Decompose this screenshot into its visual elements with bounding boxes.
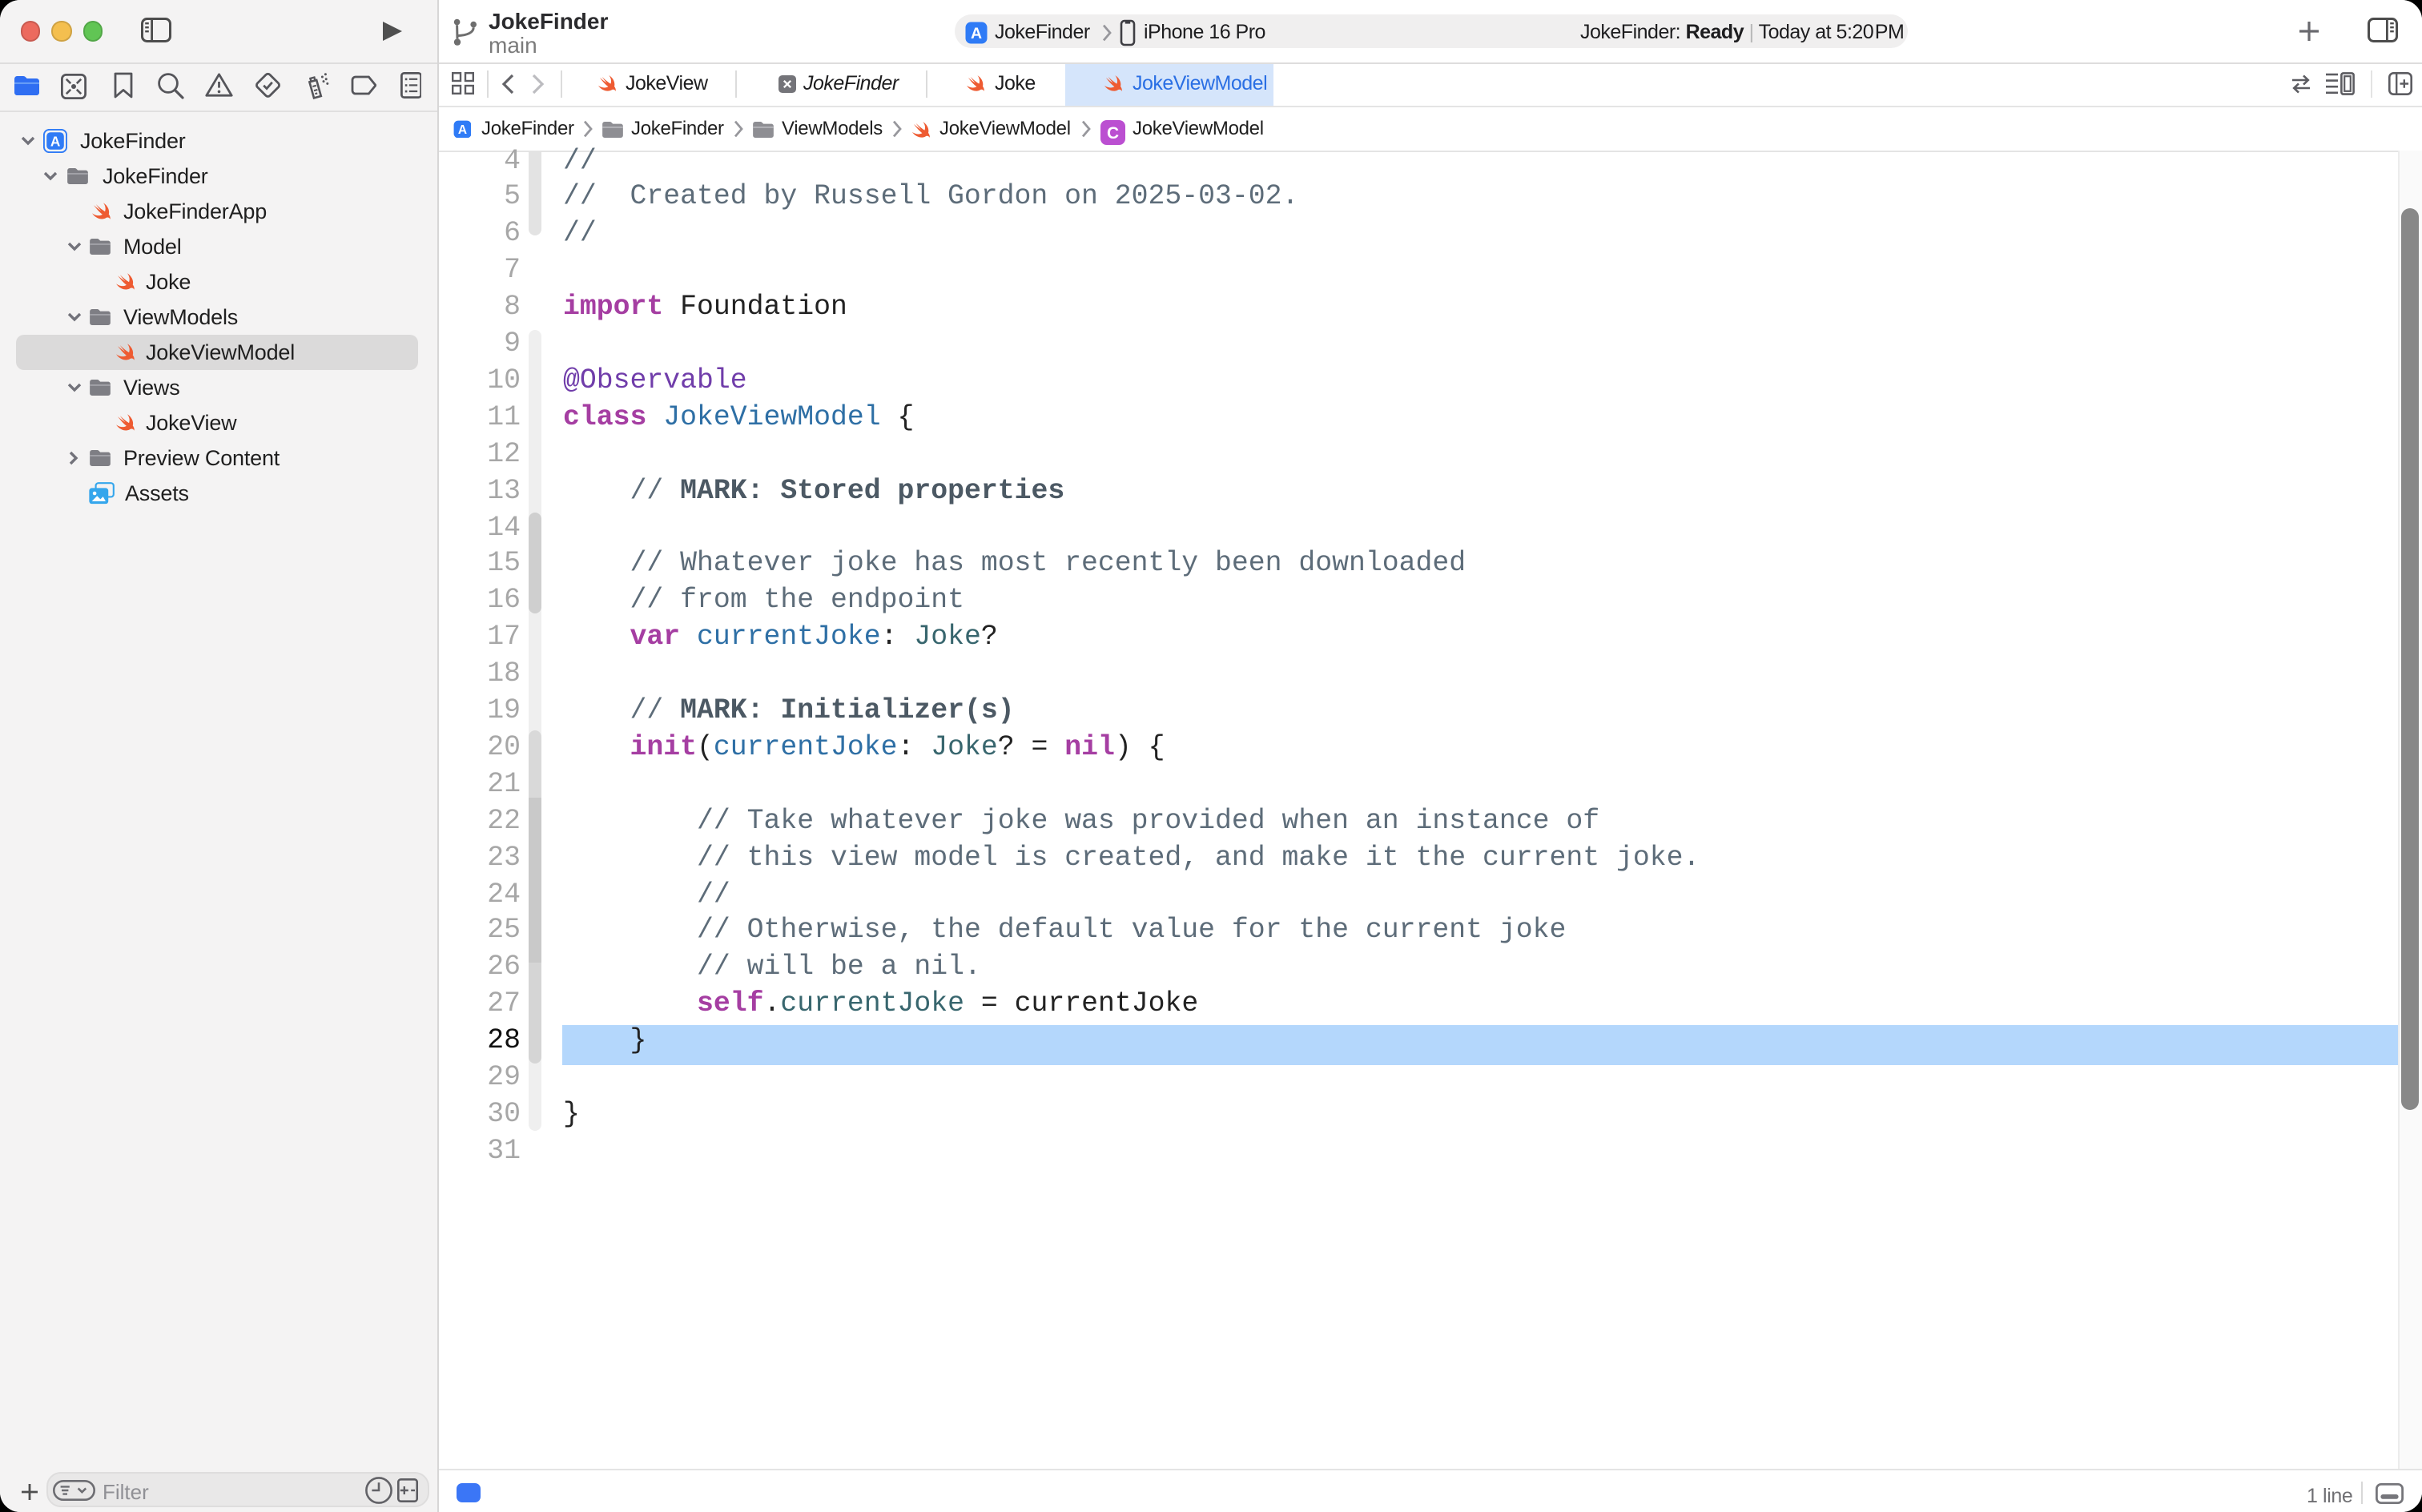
svg-text:A: A (50, 133, 60, 149)
svg-text:A: A (970, 24, 981, 42)
svg-text:C: C (1107, 124, 1119, 143)
svg-text:A: A (457, 123, 466, 136)
